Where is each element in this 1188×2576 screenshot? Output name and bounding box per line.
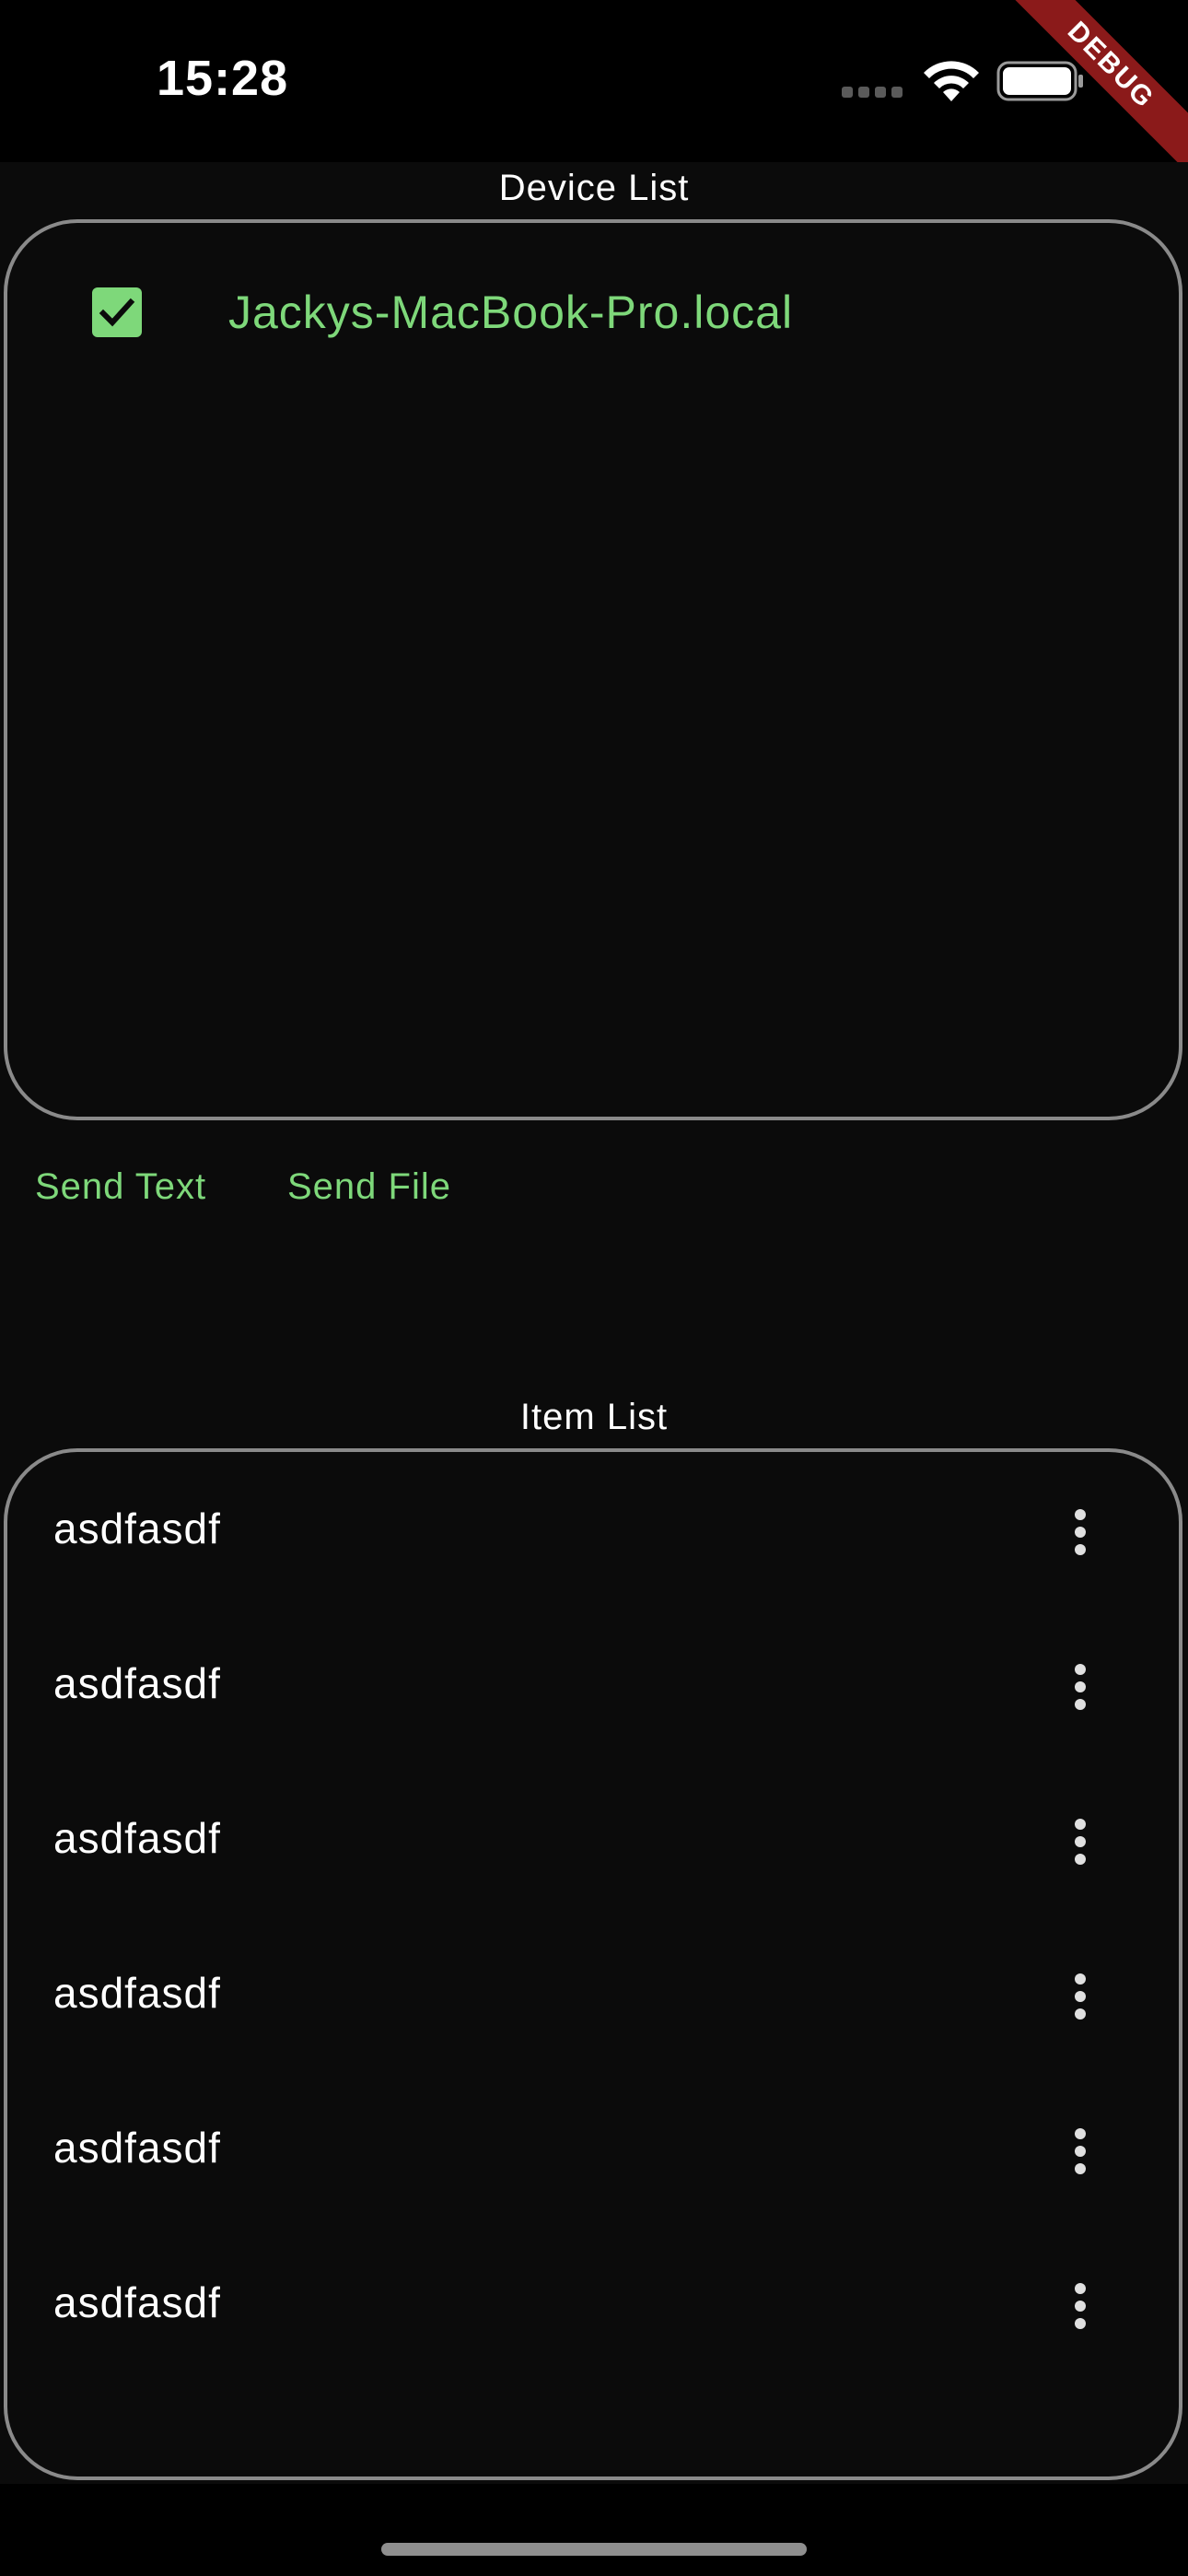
list-item[interactable]: asdfasdf — [53, 1804, 1103, 1878]
home-indicator[interactable] — [381, 2543, 807, 2556]
list-item[interactable]: asdfasdf — [53, 1649, 1103, 1723]
device-list-panel[interactable]: Jackys-MacBook-Pro.local — [4, 219, 1182, 1120]
list-item[interactable]: asdfasdf — [53, 2268, 1103, 2342]
send-file-button[interactable]: Send File — [287, 1166, 451, 1208]
device-name: Jackys-MacBook-Pro.local — [228, 287, 794, 338]
item-label: asdfasdf — [53, 2278, 221, 2326]
status-time: 15:28 — [157, 51, 289, 106]
bottom-safe-area — [0, 2484, 1188, 2576]
device-list-title: Device List — [498, 168, 690, 208]
device-checkbox[interactable] — [92, 287, 142, 337]
cellular-signal-icon — [842, 87, 904, 100]
list-item[interactable]: asdfasdf — [53, 1494, 1103, 1568]
more-vertical-icon[interactable] — [1057, 2119, 1103, 2184]
debug-banner: DEBUG — [1004, 0, 1188, 184]
wifi-icon — [924, 61, 979, 101]
item-label: asdfasdf — [53, 1659, 221, 1707]
app-body: Device List Jackys-MacBook-Pro.local Sen… — [0, 162, 1188, 2484]
more-vertical-icon[interactable] — [1057, 2274, 1103, 2338]
device-row[interactable]: Jackys-MacBook-Pro.local — [92, 286, 793, 339]
more-vertical-icon[interactable] — [1057, 1500, 1103, 1564]
more-vertical-icon[interactable] — [1057, 1809, 1103, 1874]
send-text-button[interactable]: Send Text — [35, 1166, 206, 1208]
item-label: asdfasdf — [53, 1505, 221, 1552]
more-vertical-icon[interactable] — [1057, 1964, 1103, 2029]
list-item[interactable]: asdfasdf — [53, 2113, 1103, 2187]
debug-ribbon: DEBUG — [1004, 0, 1188, 184]
item-list-panel[interactable]: asdfasdf asdfasdf asdfasdf asdfasdf asdf… — [4, 1448, 1182, 2480]
item-label: asdfasdf — [53, 2124, 221, 2172]
item-label: asdfasdf — [53, 1814, 221, 1862]
item-label: asdfasdf — [53, 1969, 221, 2017]
more-vertical-icon[interactable] — [1057, 1655, 1103, 1719]
check-icon — [99, 298, 135, 327]
item-list-title: Item List — [519, 1397, 669, 1437]
list-item[interactable]: asdfasdf — [53, 1959, 1103, 2032]
